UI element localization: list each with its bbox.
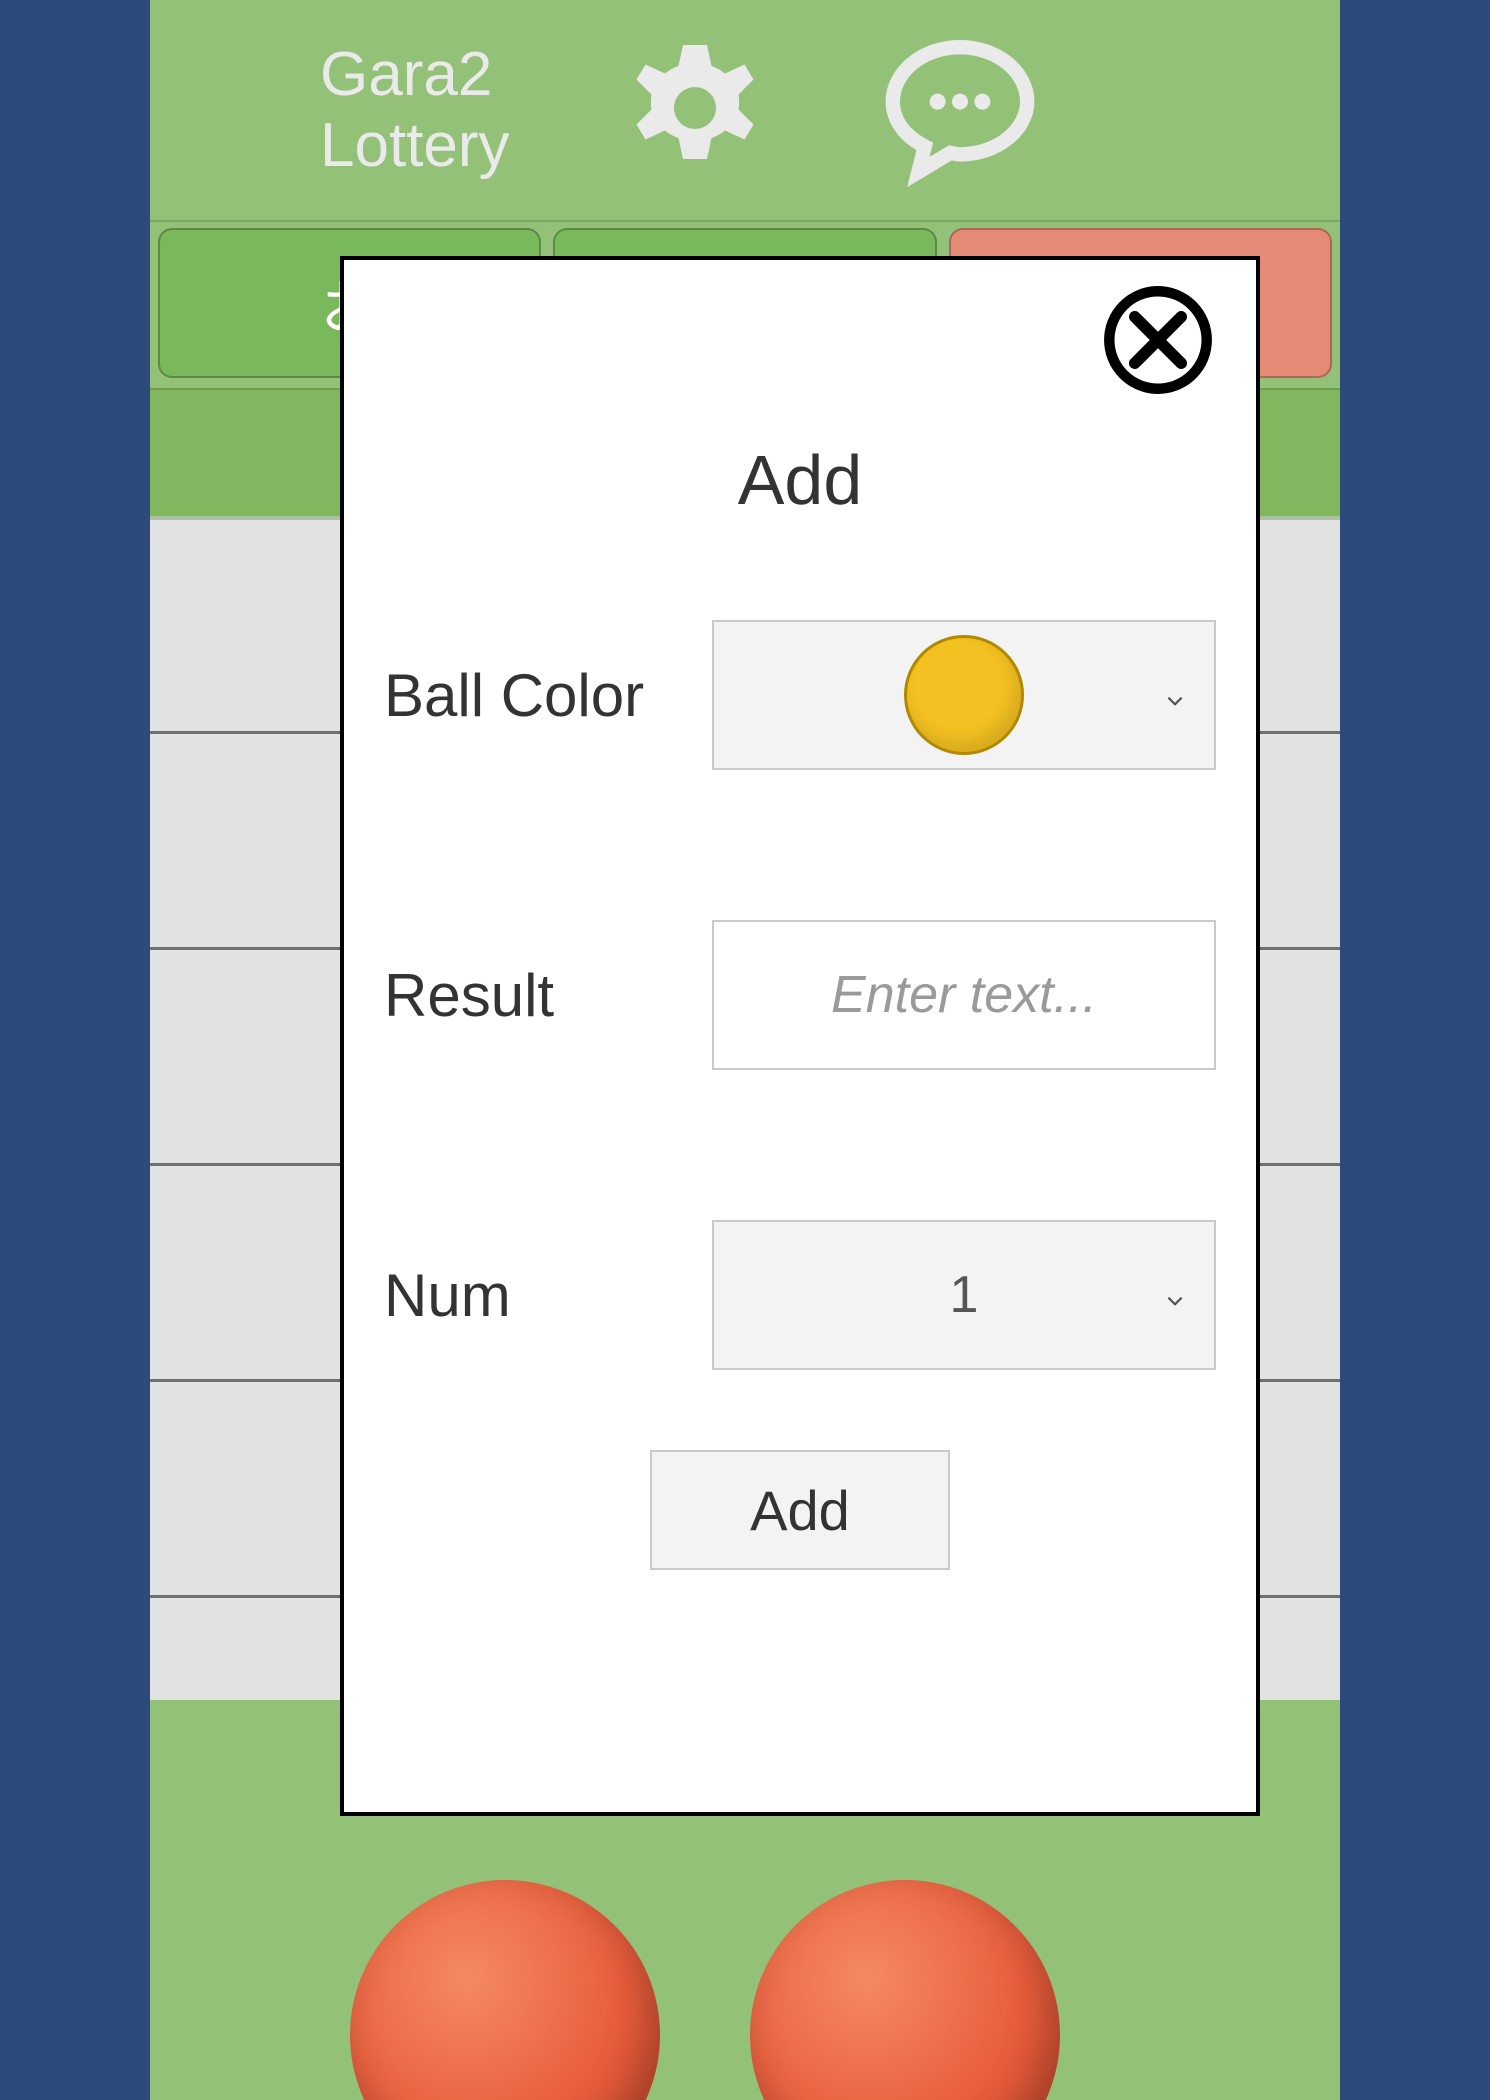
num-value: 1 xyxy=(950,1265,979,1325)
app-title: Gara2 Lottery xyxy=(320,39,510,182)
add-button-row: Add xyxy=(384,1450,1216,1570)
num-label: Num xyxy=(384,1261,694,1330)
dialog-title: Add xyxy=(384,440,1216,520)
add-button-label: Add xyxy=(750,1478,850,1543)
add-dialog: Add Ball Color Result Enter text... Num … xyxy=(340,256,1260,1816)
result-placeholder: Enter text... xyxy=(831,965,1097,1025)
app-title-line1: Gara2 xyxy=(320,40,492,109)
chat-button[interactable] xyxy=(880,28,1040,193)
num-row: Num 1 xyxy=(384,1220,1216,1370)
lottery-ball xyxy=(750,1880,1060,2100)
ball-color-label: Ball Color xyxy=(384,661,694,730)
app-frame: Gara2 Lottery お xyxy=(150,0,1340,2100)
gear-icon xyxy=(620,33,770,183)
app-title-line2: Lottery xyxy=(320,111,510,180)
ball-color-swatch xyxy=(904,635,1024,755)
chevron-down-icon xyxy=(1164,665,1186,725)
close-icon xyxy=(1100,282,1216,398)
lottery-ball xyxy=(350,1880,660,2100)
result-label: Result xyxy=(384,961,694,1030)
result-input[interactable]: Enter text... xyxy=(712,920,1216,1070)
ball-color-select[interactable] xyxy=(712,620,1216,770)
add-button[interactable]: Add xyxy=(650,1450,950,1570)
chat-icon xyxy=(880,28,1040,188)
app-header: Gara2 Lottery xyxy=(150,0,1340,220)
settings-button[interactable] xyxy=(620,33,770,188)
close-button[interactable] xyxy=(1100,282,1216,398)
chevron-down-icon xyxy=(1164,1265,1186,1325)
ball-color-row: Ball Color xyxy=(384,620,1216,770)
num-select[interactable]: 1 xyxy=(712,1220,1216,1370)
result-row: Result Enter text... xyxy=(384,920,1216,1070)
